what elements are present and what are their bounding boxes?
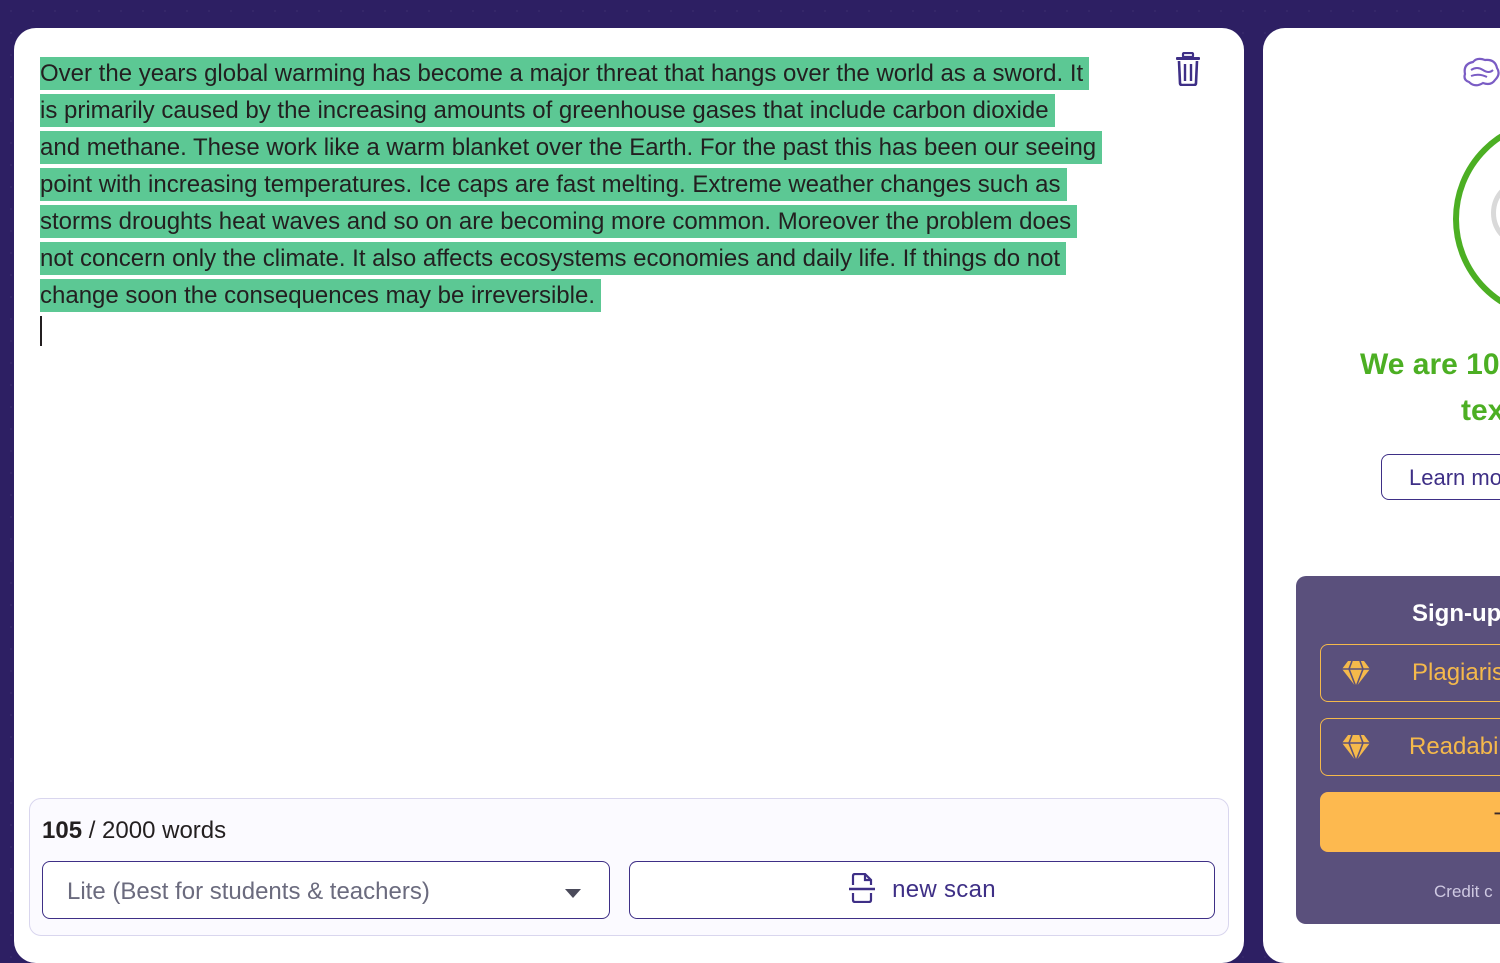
highlighted-line: and methane. These work like a warm blan… [40, 131, 1103, 164]
text-cursor [40, 316, 42, 346]
highlighted-line: point with increasing temperatures. Ice … [40, 168, 1067, 201]
result-card: We are 10 tex Learn mo Sign-up Plagiaris… [1263, 28, 1500, 963]
highlighted-line: not concern only the climate. It also af… [40, 242, 1067, 275]
plagiarism-feature-button[interactable]: Plagiaris [1320, 644, 1500, 702]
highlighted-line: is primarily caused by the increasing am… [40, 94, 1055, 127]
scan-controls: 105 / 2000 words Lite (Best for students… [29, 798, 1229, 936]
feature-label: Plagiaris [1412, 659, 1500, 686]
editor-card: Over the years global warming has become… [14, 28, 1244, 963]
highlighted-line: storms droughts heat waves and so on are… [40, 205, 1078, 238]
word-limit: / 2000 words [82, 817, 227, 844]
word-count: 105 [42, 817, 83, 844]
diamond-icon [1341, 734, 1371, 767]
result-headline-line2: tex [1461, 394, 1500, 427]
new-scan-button[interactable]: new scan [629, 861, 1215, 919]
new-scan-label: new scan [892, 876, 996, 903]
result-headline: We are 10 [1360, 348, 1500, 381]
feature-label: Readabi [1409, 733, 1499, 760]
word-counter: 105 / 2000 words [42, 817, 226, 845]
credit-text: Credit c [1434, 882, 1493, 901]
scan-mode-value: Lite (Best for students & teachers) [67, 878, 430, 905]
highlighted-line: change soon the consequences may be irre… [40, 279, 601, 312]
text-editor[interactable]: Over the years global warming has become… [40, 55, 1110, 314]
highlighted-line: Over the years global warming has become… [40, 57, 1090, 90]
brain-icon [1461, 56, 1500, 95]
signup-panel: Sign-up Plagiaris Readabi T Credit c [1296, 576, 1500, 924]
signup-cta-label: T [1494, 808, 1500, 836]
learn-more-button[interactable]: Learn mo [1381, 454, 1500, 500]
readability-feature-button[interactable]: Readabi [1320, 718, 1500, 776]
scan-document-icon [848, 872, 876, 908]
chevron-down-icon [565, 889, 581, 898]
signup-cta-button[interactable]: T [1320, 792, 1500, 852]
learn-more-label: Learn mo [1409, 465, 1500, 490]
diamond-icon [1341, 660, 1371, 693]
signup-title: Sign-up [1412, 600, 1500, 627]
scan-mode-select[interactable]: Lite (Best for students & teachers) [42, 861, 610, 919]
trash-icon[interactable] [1174, 51, 1202, 87]
